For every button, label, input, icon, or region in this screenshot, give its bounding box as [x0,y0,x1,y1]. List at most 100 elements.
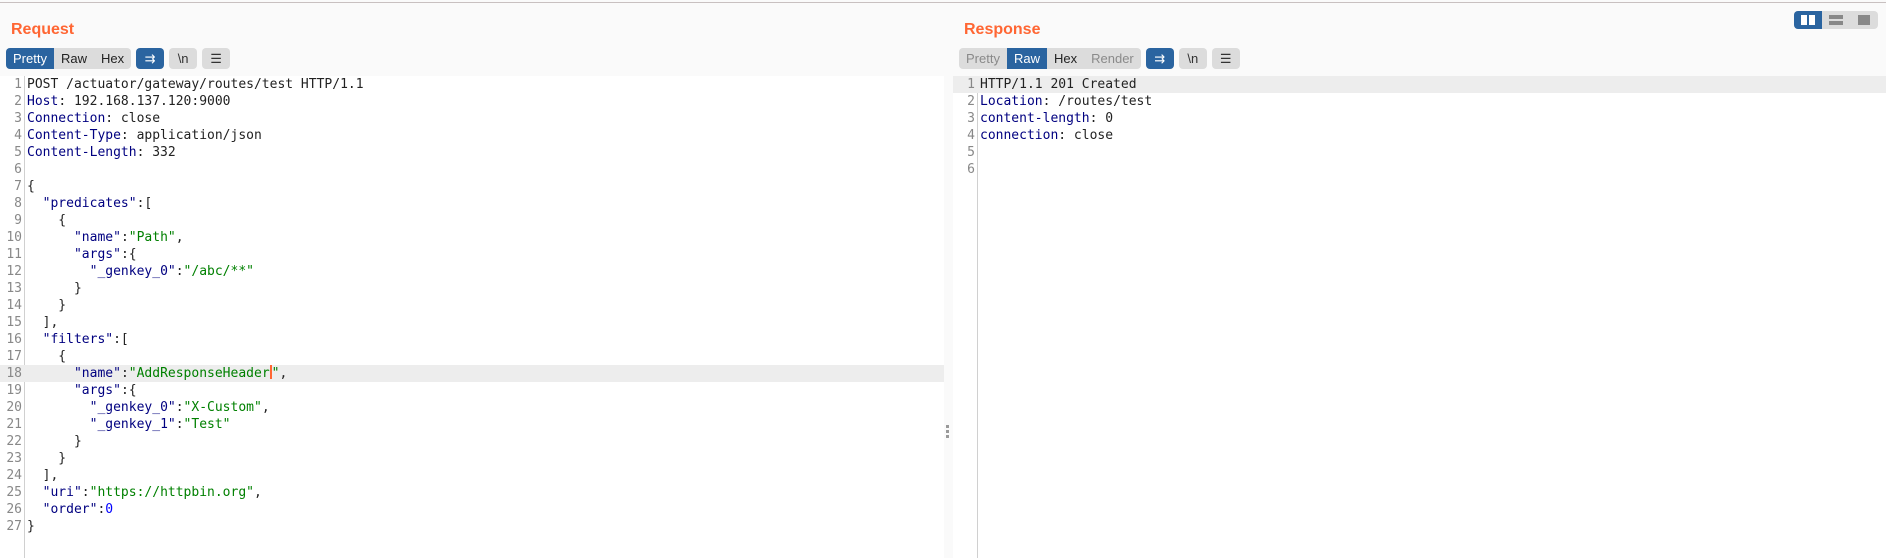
code-line: 10 "name":"Path", [0,229,944,246]
line-number: 5 [14,145,22,160]
code-token: : [175,400,184,415]
request-title: Request [11,21,75,38]
wrap-icon: ⇉ [144,50,156,66]
line-number: 23 [6,451,22,466]
code-token: Content-Type [27,128,121,143]
line-number: 22 [6,434,22,449]
line-number: 14 [6,298,22,313]
request-view-tabs: Pretty Raw Hex [6,48,132,69]
code-token: : 332 [136,145,176,160]
top-bottom-view-button[interactable] [1822,11,1850,29]
wrap-toggle-button[interactable]: ⇉ [136,48,165,69]
code-line: 3 Connection: close [0,110,944,127]
request-pane: Request Pretty Raw Hex ⇉ \n ☰ 1 POST /actua… [0,3,944,558]
code-token: :{ [120,383,137,398]
code-line: 14 } [0,297,944,314]
code-token: { [27,349,67,364]
tab-pretty[interactable]: Pretty [6,48,54,69]
line-number: 3 [967,111,975,126]
code-token: "predicates" [42,196,137,211]
code-line: 13 } [0,280,944,297]
code-token: POST /actuator/gateway/routes/test HTTP/… [27,77,364,92]
code-token: : /routes/test [1042,94,1153,109]
code-token: :[ [136,196,153,211]
code-token: , [254,485,262,500]
code-line: 5 Content-Length: 332 [0,144,944,161]
code-line: 7{ [0,178,944,195]
code-line: 8 "predicates":[ [0,195,944,212]
code-line: 15 ], [0,314,944,331]
tab-hex[interactable]: Hex [94,48,131,69]
code-token: : [120,230,129,245]
code-token: : close [1058,128,1114,143]
newline-toggle-button[interactable]: \n [1178,48,1207,69]
code-token: "args" [73,247,121,262]
newline-icon: \n [1187,51,1199,66]
tab-raw[interactable]: Raw [1006,48,1047,69]
line-number: 1 [967,77,975,92]
code-line: 22 } [0,433,944,450]
options-menu-button[interactable]: ☰ [1211,48,1240,69]
line-number: 13 [6,281,22,296]
line-number: 6 [14,162,22,177]
wrap-icon: ⇉ [1154,50,1166,66]
code-line: 18 "name":"AddResponseHeader ", [0,365,944,382]
single-view-button[interactable] [1850,11,1878,29]
tab-hex[interactable]: Hex [1047,48,1084,69]
code-token: } [27,451,67,466]
response-editor[interactable]: 1 HTTP/1.1 201 Created 2 Location: /routes/… [953,76,1886,558]
code-token: "name" [73,230,121,245]
line-number: 6 [967,162,975,177]
menu-icon: ☰ [1219,50,1232,66]
line-number: 25 [6,485,22,500]
line-number: 17 [6,349,22,364]
code-token: , [175,230,184,245]
code-token: } [27,298,67,313]
options-menu-button[interactable]: ☰ [202,48,231,69]
newline-toggle-button[interactable]: \n [169,48,198,69]
code-line: 12 "_genkey_0":"/abc/**" [0,263,944,280]
code-token: : 0 [1089,111,1114,126]
code-line: 23 } [0,450,944,467]
line-number: 18 [6,366,22,381]
code-line: 1 HTTP/1.1 201 Created [953,76,1886,93]
code-line: 9 { [0,212,944,229]
line-number: 9 [14,213,22,228]
code-token: } [27,519,35,534]
line-number: 19 [6,383,22,398]
code-line: 19 "args":{ [0,382,944,399]
line-number: 15 [6,315,22,330]
code-token: "uri" [42,485,82,500]
code-token: connection [980,128,1059,143]
pane-resize-handle[interactable] [946,425,949,440]
response-title: Response [964,21,1041,38]
code-line: 2 Location: /routes/test [953,93,1886,110]
code-token: , [261,400,270,415]
code-token: , [279,366,288,381]
code-line: 25 "uri":"https://httpbin.org", [0,484,944,501]
tab-raw[interactable]: Raw [54,48,94,69]
single-pane-icon [1858,15,1870,25]
code-token: Host [27,94,59,109]
tab-render[interactable]: Render [1084,48,1141,69]
code-line: 20 "_genkey_0":"X-Custom", [0,399,944,416]
tab-pretty[interactable]: Pretty [959,48,1007,69]
code-token: content-length [980,111,1090,126]
side-by-side-view-button[interactable] [1794,11,1822,29]
line-number: 1 [14,77,22,92]
wrap-toggle-button[interactable]: ⇉ [1145,48,1174,69]
code-token: Content-Length [27,145,137,160]
line-number: 2 [14,94,22,109]
code-token: : 192.168.137.120:9000 [58,94,231,109]
request-editor[interactable]: 1 POST /actuator/gateway/routes/test HTTP… [0,76,944,558]
response-pane: Response Pretty Raw Hex Render ⇉ \n ☰ 1 HTTP… [953,3,1886,558]
code-token: "/abc/**" [183,264,254,279]
